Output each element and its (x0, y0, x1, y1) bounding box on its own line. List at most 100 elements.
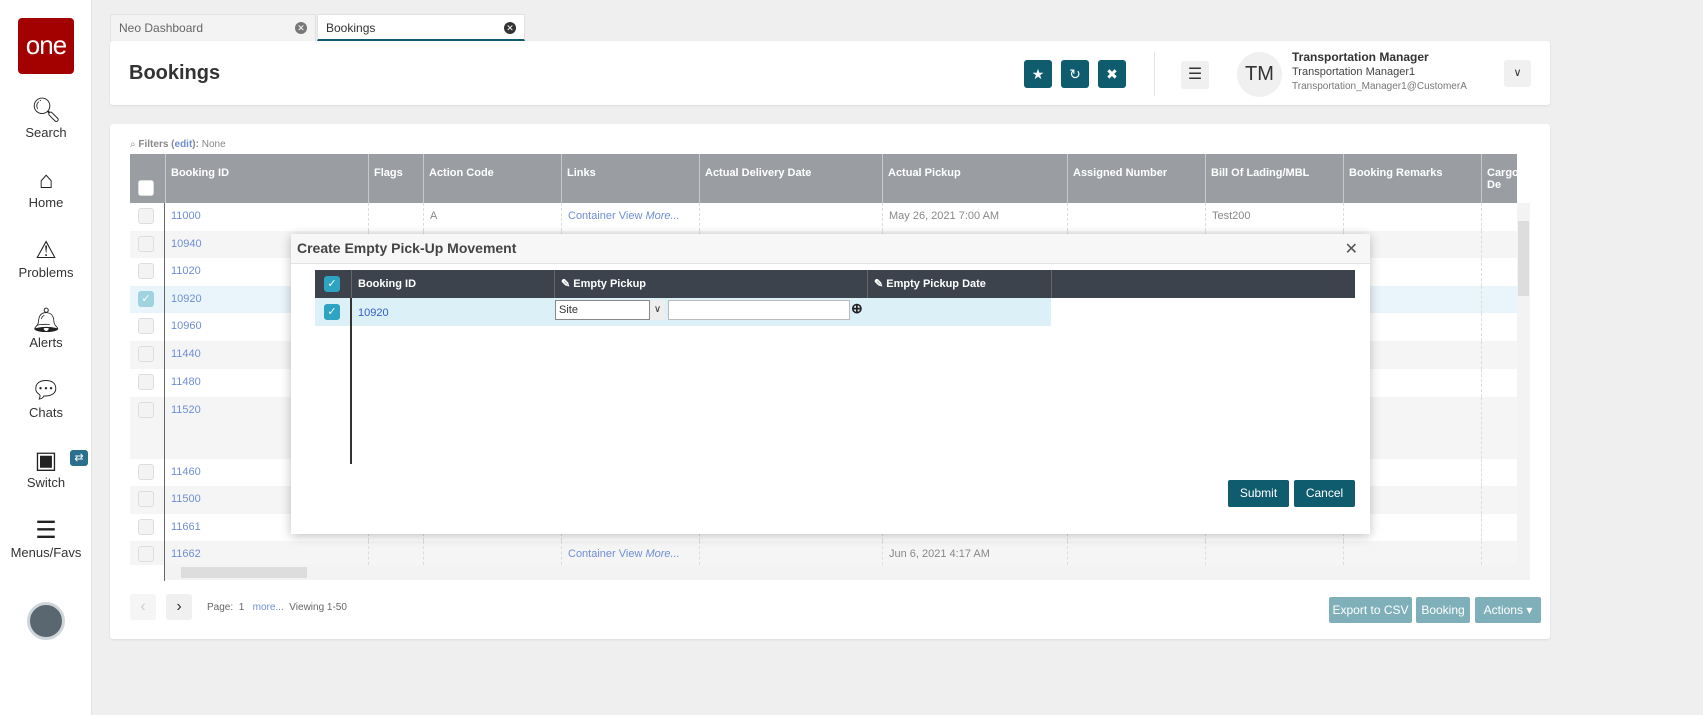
refresh-button[interactable]: ↻ (1061, 60, 1089, 88)
table-cell: Container View More... (561, 203, 699, 231)
list-menu-button[interactable]: ☰ (1181, 61, 1209, 89)
table-cell (1481, 486, 1517, 514)
page-number: 1 (238, 602, 245, 613)
cell-id[interactable]: 10940 (171, 238, 202, 250)
booking-id-link[interactable]: 10920 (358, 307, 389, 319)
column-header[interactable]: Links (561, 154, 699, 203)
sidebar-label: Alerts (29, 335, 63, 350)
cell-id[interactable]: 11000 (171, 210, 201, 222)
column-header[interactable]: Action Code (423, 154, 561, 203)
row-checkbox[interactable]: ✓ (138, 291, 154, 307)
dialog-close-icon[interactable]: ✕ (1345, 239, 1358, 259)
row-checkbox[interactable]: ✓ (324, 304, 340, 320)
column-header[interactable]: Assigned Number (1067, 154, 1205, 203)
scrollbar-thumb[interactable] (1518, 221, 1529, 296)
favorite-button[interactable]: ★ (1024, 60, 1052, 88)
close-tab-icon[interactable]: ✕ (295, 22, 307, 34)
sidebar-item-search[interactable]: 🔍︎ Search (0, 97, 92, 140)
vertical-scrollbar[interactable] (1517, 203, 1530, 565)
filters-value: None (201, 139, 226, 150)
user-role: Transportation Manager (1292, 50, 1429, 64)
column-header-empty-pickup-date[interactable]: ✎ Empty Pickup Date (867, 270, 1051, 298)
column-header[interactable]: Booking ID (165, 154, 368, 203)
table-row[interactable]: 11000 A Container View More... May 26, 2021… (130, 203, 1517, 231)
table-row[interactable]: 11662 Container View More... Jun 6, 2021 4… (130, 541, 1517, 565)
cell-id[interactable]: 10960 (171, 320, 202, 332)
tab-neo-dashboard[interactable]: Neo Dashboard ✕ (110, 14, 316, 41)
app-logo[interactable]: one (18, 18, 74, 74)
cell-id[interactable]: 11460 (171, 466, 201, 478)
column-header-blank (1051, 270, 1355, 298)
submit-button[interactable]: Submit (1228, 480, 1289, 507)
horizontal-scrollbar[interactable] (165, 565, 1530, 580)
dialog-select-all-checkbox[interactable]: ✓ (324, 276, 340, 292)
user-dropdown-button[interactable]: ∨ (1504, 60, 1531, 87)
close-tab-icon[interactable]: ✕ (504, 22, 516, 34)
next-page-button[interactable]: › (166, 594, 192, 620)
container-view-link[interactable]: Container View (568, 210, 642, 222)
column-header[interactable]: Actual Pickup (882, 154, 1067, 203)
warning-icon: ⚠︎ (35, 237, 57, 264)
cell-id[interactable]: 11662 (171, 548, 201, 560)
bell-icon: 🔔︎ (30, 307, 62, 334)
prev-page-button[interactable]: ‹ (130, 594, 156, 620)
cancel-button[interactable]: Cancel (1294, 480, 1355, 507)
frozen-column-divider (350, 298, 352, 464)
column-header[interactable]: Flags (368, 154, 423, 203)
cell-id[interactable]: 10920 (171, 293, 202, 305)
zoom-search-icon[interactable]: ⊕ (851, 300, 863, 317)
row-checkbox[interactable] (138, 346, 154, 362)
more-pages-link[interactable]: more... (253, 602, 284, 613)
cell-id[interactable]: 11440 (171, 348, 201, 360)
edit-filters-link[interactable]: edit (175, 139, 193, 150)
refresh-icon: ↻ (1069, 66, 1081, 82)
export-csv-button[interactable]: Export to CSV (1329, 597, 1412, 623)
cell-id[interactable]: 11020 (171, 265, 201, 277)
sidebar-item-home[interactable]: ⌂ Home (0, 167, 92, 210)
close-button[interactable]: ✖ (1098, 60, 1126, 88)
more-link[interactable]: More... (645, 548, 679, 560)
table-cell (1481, 286, 1517, 313)
booking-button[interactable]: Booking (1416, 597, 1470, 623)
row-checkbox[interactable] (138, 546, 154, 562)
row-checkbox[interactable] (138, 491, 154, 507)
cell-id[interactable]: 11520 (171, 404, 201, 416)
user-initials-avatar: TM (1237, 52, 1282, 97)
scrollbar-thumb[interactable] (181, 567, 307, 578)
select-all-checkbox[interactable] (138, 180, 154, 196)
column-header[interactable]: Cargo De (1481, 154, 1519, 203)
column-header[interactable]: Booking Remarks (1343, 154, 1481, 203)
column-header-booking-id[interactable]: Booking ID (351, 270, 554, 298)
actions-button[interactable]: Actions ▾ (1475, 597, 1541, 623)
column-header[interactable]: Bill Of Lading/MBL (1205, 154, 1343, 203)
cell-id[interactable]: 11500 (171, 493, 201, 505)
row-checkbox[interactable] (138, 519, 154, 535)
sidebar-item-problems[interactable]: ⚠︎ Problems (0, 237, 92, 280)
cell-id[interactable]: 11480 (171, 376, 201, 388)
table-cell (699, 203, 882, 231)
table-cell: May 26, 2021 7:00 AM (882, 203, 1067, 231)
chevron-down-icon[interactable]: ∨ (650, 300, 665, 320)
row-checkbox[interactable] (138, 374, 154, 390)
column-header[interactable]: Actual Delivery Date (699, 154, 882, 203)
sidebar-item-chats[interactable]: 💬︎ Chats (0, 377, 92, 420)
cell-bol: Test200 (1212, 210, 1251, 222)
chevron-down-icon: ∨ (1513, 67, 1522, 79)
close-icon: ✖ (1106, 66, 1118, 82)
pickup-type-select[interactable]: Site (555, 300, 650, 320)
sidebar-item-alerts[interactable]: 🔔︎ Alerts (0, 307, 92, 350)
row-checkbox[interactable] (138, 236, 154, 252)
tab-bookings[interactable]: Bookings ✕ (317, 14, 525, 41)
row-checkbox[interactable] (138, 318, 154, 334)
row-checkbox[interactable] (138, 263, 154, 279)
sidebar-item-menus[interactable]: ☰ Menus/Favs (0, 517, 92, 560)
cell-id[interactable]: 11661 (171, 521, 201, 533)
user-avatar[interactable] (27, 602, 65, 640)
row-checkbox[interactable] (138, 464, 154, 480)
row-checkbox[interactable] (138, 208, 154, 224)
container-view-link[interactable]: Container View (568, 548, 642, 560)
more-link[interactable]: More... (645, 210, 679, 222)
row-checkbox[interactable] (138, 402, 154, 418)
column-header-empty-pickup[interactable]: ✎ Empty Pickup (554, 270, 867, 298)
pickup-site-input[interactable] (668, 300, 850, 320)
